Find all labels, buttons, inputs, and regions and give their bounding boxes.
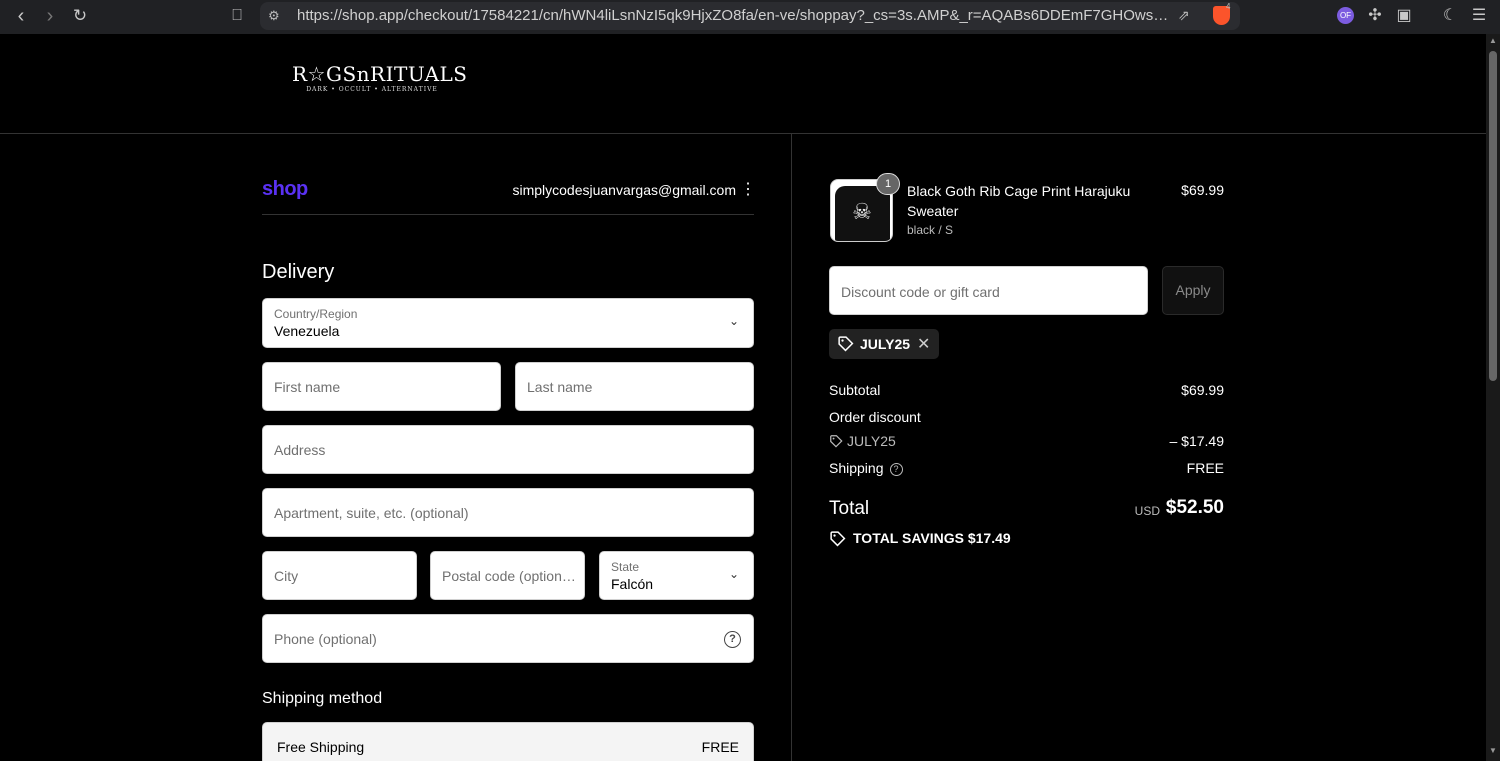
shipping-method-heading: Shipping method <box>262 690 383 707</box>
postal-code-placeholder: Postal code (option… <box>442 568 576 584</box>
shop-pay-logo: shop <box>262 178 308 200</box>
country-select[interactable]: Country/Region Venezuela ⌄ <box>262 298 754 348</box>
subtotal-value: $69.99 <box>1181 382 1224 398</box>
account-divider <box>262 214 754 215</box>
product-name: Black Goth Rib Cage Print Harajuku Sweat… <box>907 183 1131 219</box>
store-logo[interactable]: R☆GSnRITUALS DARK • OCCULT • ALTERNATIVE <box>292 62 468 94</box>
delivery-heading: Delivery <box>262 261 335 283</box>
store-header: R☆GSnRITUALS DARK • OCCULT • ALTERNATIVE <box>0 34 1486 134</box>
back-icon[interactable]: ‹ <box>9 5 33 29</box>
applied-discount-chip: JULY25 ✕ <box>829 329 939 359</box>
scroll-up-icon[interactable]: ▲ <box>1489 36 1497 45</box>
leo-ai-icon[interactable]: ☾ <box>1439 5 1461 27</box>
apartment-input[interactable]: Apartment, suite, etc. (optional) <box>262 488 754 537</box>
remove-discount-icon[interactable]: ✕ <box>917 334 930 354</box>
scrollbar-thumb[interactable] <box>1489 51 1497 381</box>
total-value: $52.50 <box>1165 497 1224 518</box>
discount-code-row: JULY25 – $17.49 <box>829 433 1224 451</box>
quantity-badge: 1 <box>876 173 900 195</box>
shipping-option[interactable]: Free Shipping FREE <box>262 722 754 761</box>
savings-text: TOTAL SAVINGS $17.49 <box>853 530 1011 546</box>
store-logo-tagline: DARK • OCCULT • ALTERNATIVE <box>306 86 438 93</box>
bookmark-icon[interactable]: ⎕ <box>225 5 249 29</box>
city-placeholder: City <box>274 568 299 584</box>
total-label: Total <box>829 498 870 519</box>
account-menu-icon[interactable]: ⋮ <box>740 180 756 200</box>
discount-value: – $17.49 <box>1169 433 1225 449</box>
city-input[interactable]: City <box>262 551 417 600</box>
state-label: State <box>611 560 640 574</box>
discount-code-input[interactable]: Discount code or gift card <box>829 266 1148 315</box>
reader-mode-icon[interactable]: ▣ <box>1393 5 1415 27</box>
scroll-down-icon[interactable]: ▼ <box>1489 746 1497 755</box>
last-name-placeholder: Last name <box>527 379 593 395</box>
order-discount-label: Order discount <box>829 409 921 425</box>
shipping-row: Shipping? FREE <box>829 460 1224 478</box>
store-logo-text: R☆GSnRITUALS <box>292 62 468 86</box>
product-price: $69.99 <box>1181 182 1224 198</box>
reload-icon[interactable]: ↻ <box>68 5 92 29</box>
discount-placeholder: Discount code or gift card <box>841 284 1000 300</box>
extensions-puzzle-icon[interactable]: ✣ <box>1364 5 1386 27</box>
state-value: Falcón <box>611 576 654 592</box>
applied-code: JULY25 <box>860 336 911 352</box>
address-input[interactable]: Address <box>262 425 754 474</box>
apartment-placeholder: Apartment, suite, etc. (optional) <box>274 505 469 521</box>
shipping-label-wrap: Shipping? <box>829 460 903 476</box>
chevron-down-icon: ⌄ <box>729 314 740 328</box>
help-icon[interactable]: ? <box>724 631 741 648</box>
subtotal-row: Subtotal $69.99 <box>829 382 1224 400</box>
shipping-option-name: Free Shipping <box>277 739 365 755</box>
product-variant: black / S <box>907 223 954 237</box>
order-discount-row: Order discount <box>829 409 1224 427</box>
site-settings-icon[interactable]: ⚙ <box>268 8 284 24</box>
first-name-placeholder: First name <box>274 379 341 395</box>
phone-placeholder: Phone (optional) <box>274 631 377 647</box>
extension-icon[interactable]: OF <box>1337 7 1354 24</box>
country-label: Country/Region <box>274 307 358 321</box>
subtotal-label: Subtotal <box>829 382 881 398</box>
apply-button[interactable]: Apply <box>1162 266 1224 315</box>
tag-icon <box>838 336 854 352</box>
page-scrollbar[interactable]: ▲ ▼ <box>1486 34 1500 761</box>
postal-code-input[interactable]: Postal code (option… <box>430 551 585 600</box>
shipping-value: FREE <box>1186 460 1224 476</box>
address-bar[interactable]: ⚙ https://shop.app/checkout/17584221/cn/… <box>260 2 1240 30</box>
browser-toolbar: ‹ › ↻ ⎕ ⚙ https://shop.app/checkout/1758… <box>0 0 1500 34</box>
url-text[interactable]: https://shop.app/checkout/17584221/cn/hW… <box>297 6 1177 25</box>
forward-icon[interactable]: › <box>38 5 62 29</box>
menu-icon[interactable]: ☰ <box>1468 5 1490 27</box>
discount-code-label: JULY25 <box>847 433 896 449</box>
help-icon[interactable]: ? <box>889 463 903 476</box>
column-divider <box>791 134 792 761</box>
account-email: simplycodesjuanvargas@gmail.com <box>512 182 736 198</box>
shipping-option-price: FREE <box>701 739 739 755</box>
last-name-input[interactable]: Last name <box>515 362 754 411</box>
chevron-down-icon: ⌄ <box>729 567 740 581</box>
share-icon[interactable]: ⇗ <box>1178 7 1190 24</box>
country-value: Venezuela <box>274 323 340 339</box>
savings-tag-icon <box>830 531 846 547</box>
total-currency: USD <box>1134 504 1160 518</box>
shields-count-badge: 4 <box>1226 2 1231 11</box>
tag-icon <box>830 435 843 448</box>
first-name-input[interactable]: First name <box>262 362 501 411</box>
address-placeholder: Address <box>274 442 326 458</box>
state-select[interactable]: State Falcón ⌄ <box>599 551 754 600</box>
phone-input[interactable]: Phone (optional) ? <box>262 614 754 663</box>
rib-cage-print-icon: ☠ <box>852 199 872 224</box>
shipping-label: Shipping <box>829 460 884 476</box>
